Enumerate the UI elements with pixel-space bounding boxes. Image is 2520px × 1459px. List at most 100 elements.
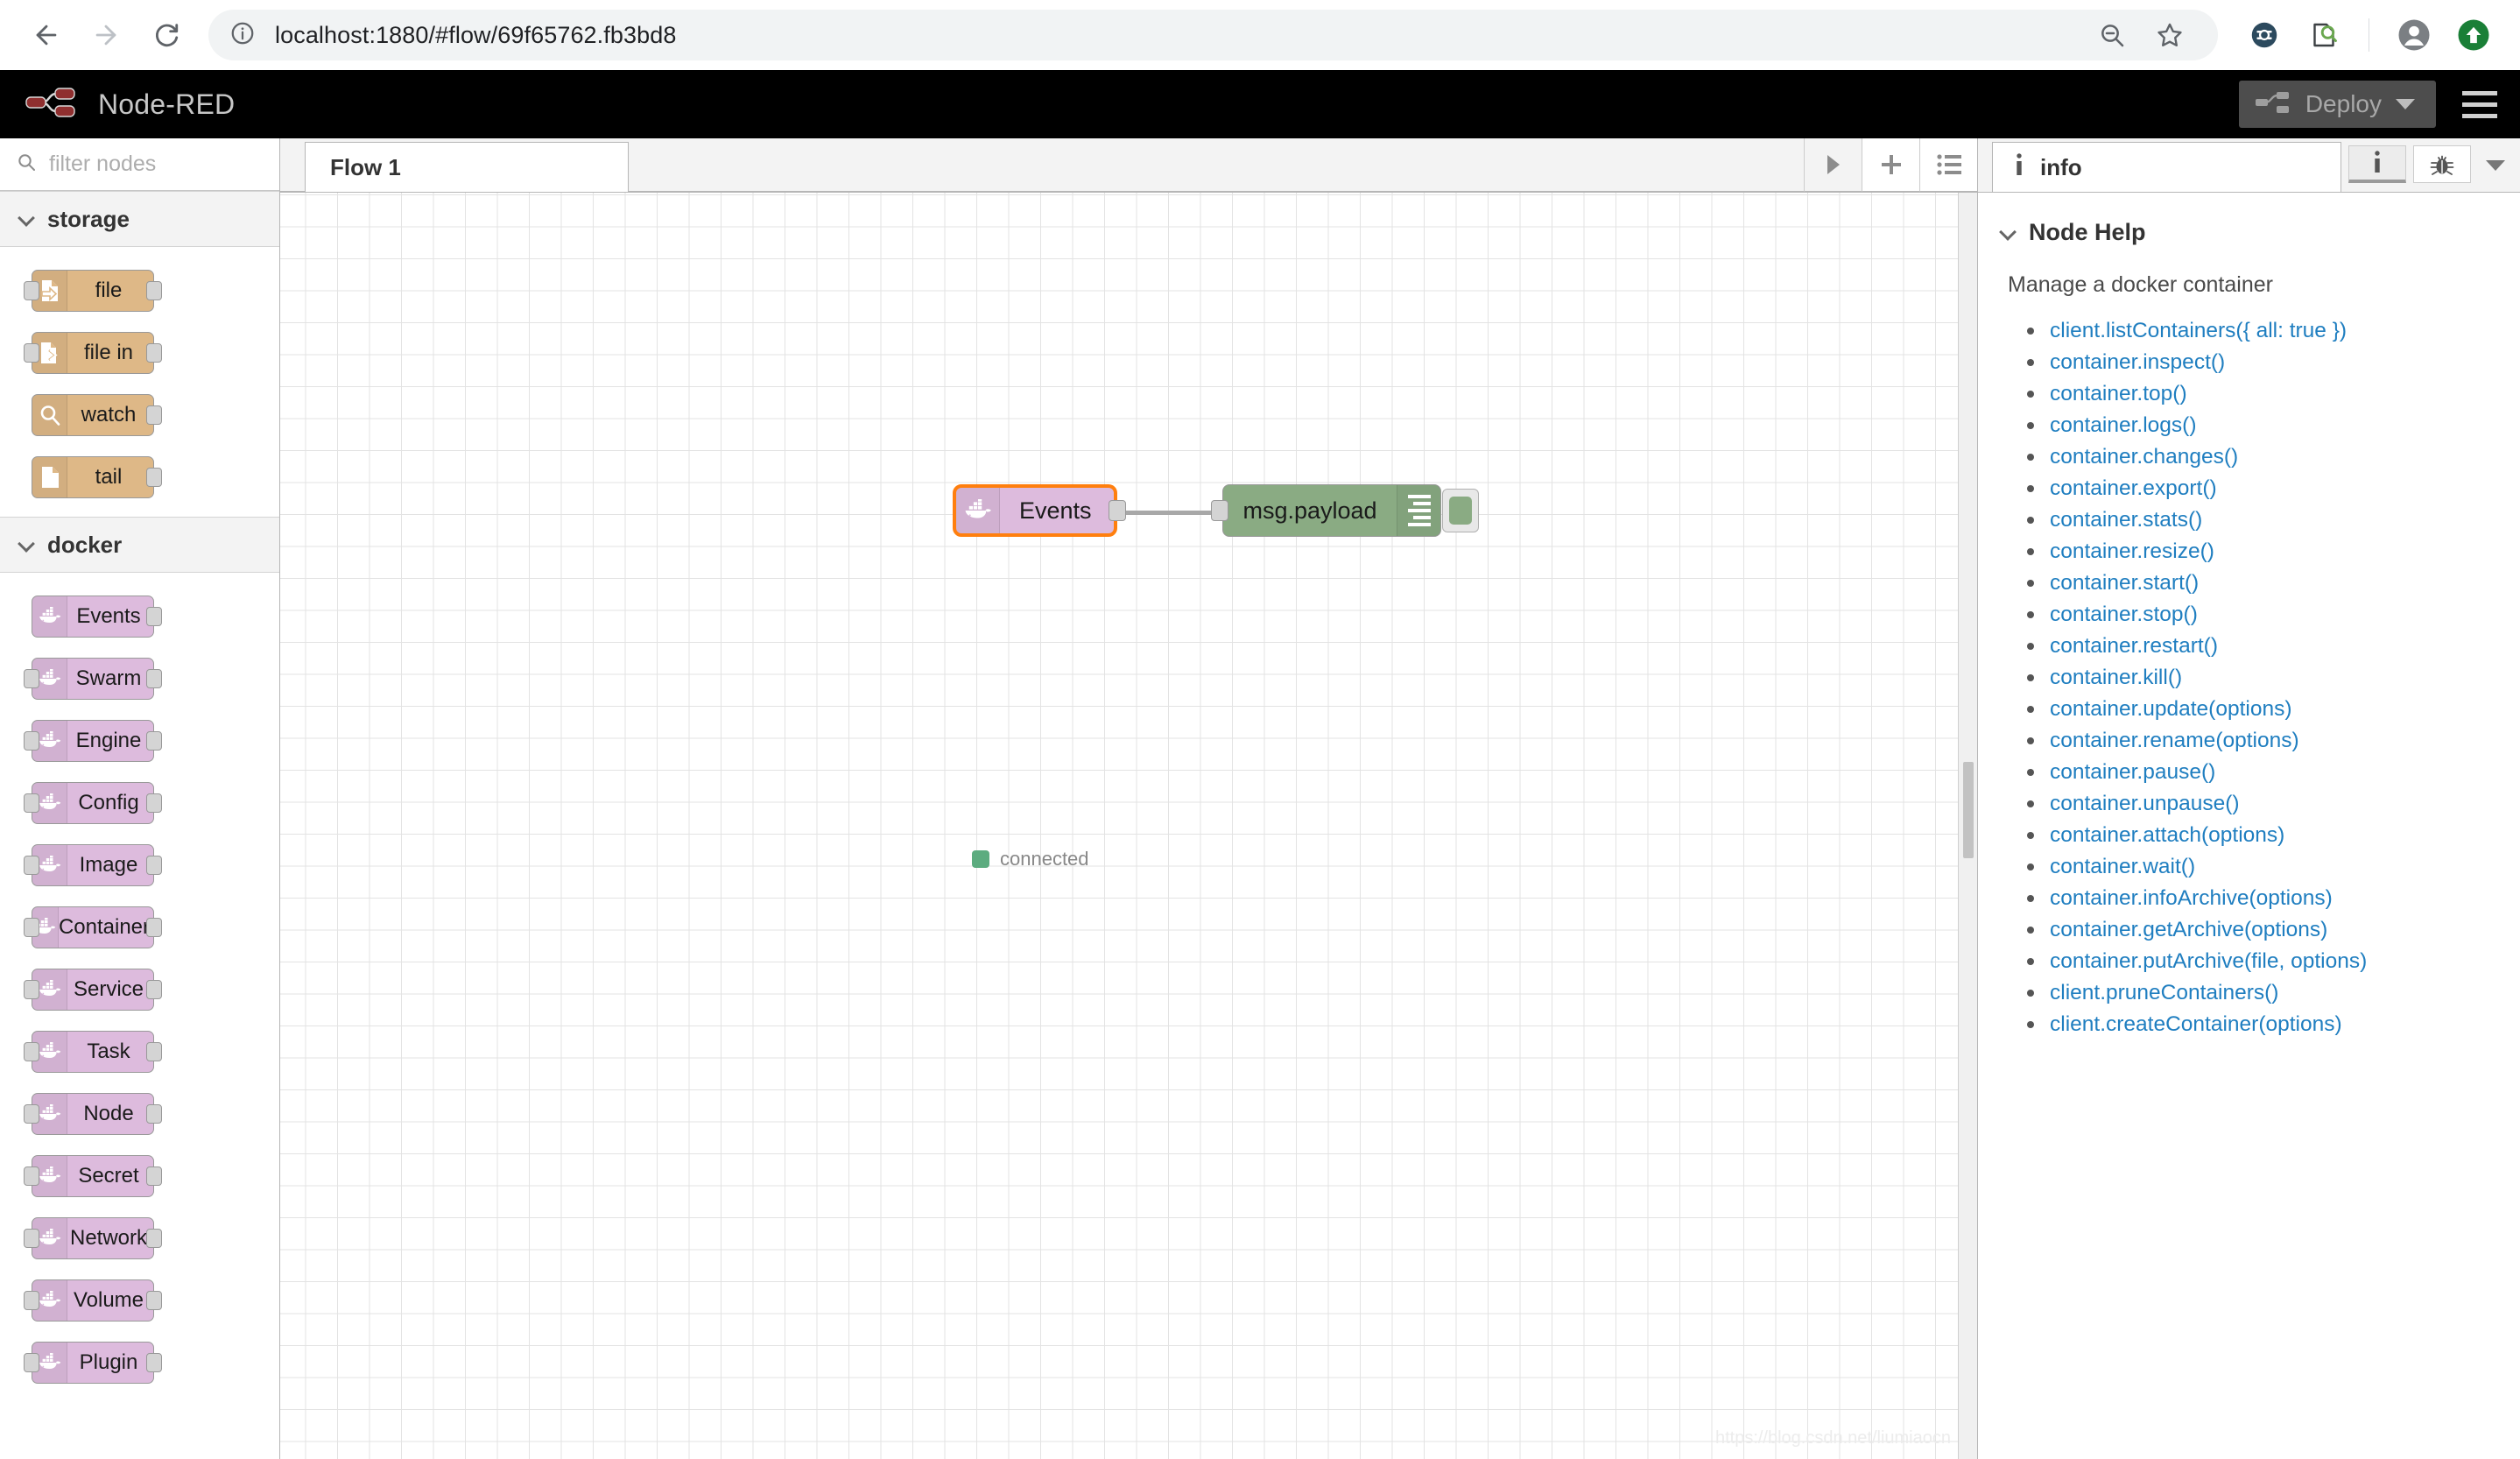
wire-events-to-debug[interactable] xyxy=(1114,511,1222,515)
node-help-link[interactable]: container.wait() xyxy=(2025,856,2497,888)
node-help-link[interactable]: container.getArchive(options) xyxy=(2025,919,2497,951)
node-input-port[interactable] xyxy=(24,342,39,363)
node-output-port[interactable] xyxy=(146,979,162,999)
node-help-link[interactable]: container.pause() xyxy=(2025,761,2497,793)
node-input-port[interactable] xyxy=(24,1290,39,1310)
node-help-link[interactable]: container.kill() xyxy=(2025,666,2497,699)
node-help-link[interactable]: client.listContainers({ all: true }) xyxy=(2025,320,2497,352)
node-input-port[interactable] xyxy=(24,280,39,300)
node-input-port[interactable] xyxy=(24,730,39,751)
sidebar-debug-button[interactable] xyxy=(2413,145,2471,183)
node-output-port[interactable] xyxy=(146,342,162,363)
node-output-port[interactable] xyxy=(146,793,162,813)
palette-node-tail[interactable]: tail xyxy=(32,455,162,498)
forward-button[interactable] xyxy=(79,8,133,62)
flow-tab-flow-1[interactable]: Flow 1 xyxy=(305,142,629,192)
sidebar-info-button[interactable] xyxy=(2348,145,2406,183)
sidebar-more-button[interactable] xyxy=(2471,138,2520,192)
palette-category-storage[interactable]: storage xyxy=(0,191,279,247)
zoom-out-icon[interactable] xyxy=(2085,8,2139,62)
node-input-port[interactable] xyxy=(24,1166,39,1186)
node-output-port[interactable] xyxy=(146,668,162,688)
node-help-link[interactable]: container.start() xyxy=(2025,572,2497,604)
palette-node-secret[interactable]: Secret xyxy=(24,1154,162,1197)
node-help-link[interactable]: container.top() xyxy=(2025,383,2497,415)
palette-node-container[interactable]: Container xyxy=(24,906,162,948)
node-output-port[interactable] xyxy=(146,1352,162,1372)
flow-canvas[interactable]: Events connected msg.payload https://blo… xyxy=(280,193,1977,1459)
node-output-port[interactable] xyxy=(146,855,162,875)
node-help-link[interactable]: container.stop() xyxy=(2025,603,2497,636)
node-help-link[interactable]: container.update(options) xyxy=(2025,698,2497,730)
palette-node-engine[interactable]: Engine xyxy=(24,719,162,762)
node-help-link[interactable]: container.resize() xyxy=(2025,540,2497,573)
node-help-link[interactable]: container.infoArchive(options) xyxy=(2025,887,2497,920)
reload-button[interactable] xyxy=(138,8,193,62)
palette-node-events[interactable]: Events xyxy=(32,595,162,638)
palette-node-file[interactable]: file xyxy=(24,269,162,312)
palette-node-watch[interactable]: watch xyxy=(32,393,162,436)
node-output-port[interactable] xyxy=(146,280,162,300)
palette-node-volume[interactable]: Volume xyxy=(24,1279,162,1322)
bookmark-star-icon[interactable] xyxy=(2143,8,2197,62)
deploy-button[interactable]: Deploy xyxy=(2238,81,2436,128)
node-input-port[interactable] xyxy=(24,793,39,813)
node-output-port[interactable] xyxy=(146,917,162,937)
canvas-vertical-scrollbar[interactable] xyxy=(1958,193,1977,1459)
flow-node-debug[interactable]: msg.payload xyxy=(1211,484,1479,537)
node-help-link[interactable]: container.attach(options) xyxy=(2025,824,2497,856)
node-output-port[interactable] xyxy=(146,606,162,626)
node-help-link[interactable]: container.restart() xyxy=(2025,635,2497,667)
node-output-port[interactable] xyxy=(146,1166,162,1186)
node-help-link[interactable]: client.pruneContainers() xyxy=(2025,982,2497,1014)
debug-input-port[interactable] xyxy=(1211,500,1228,521)
node-output-port[interactable] xyxy=(146,1228,162,1248)
node-output-port[interactable] xyxy=(146,467,162,487)
update-button[interactable] xyxy=(2446,8,2501,62)
events-output-port[interactable] xyxy=(1109,500,1126,521)
flow-node-events[interactable]: Events xyxy=(953,484,1126,537)
node-output-port[interactable] xyxy=(146,1103,162,1124)
extension-2-icon[interactable] xyxy=(2297,8,2351,62)
palette-category-docker[interactable]: docker xyxy=(0,517,279,573)
node-help-link[interactable]: container.changes() xyxy=(2025,446,2497,478)
node-help-link[interactable]: container.rename(options) xyxy=(2025,730,2497,762)
extension-1-icon[interactable] xyxy=(2237,8,2291,62)
palette-node-config[interactable]: Config xyxy=(24,781,162,824)
node-help-link[interactable]: container.putArchive(file, options) xyxy=(2025,950,2497,983)
add-flow-button[interactable] xyxy=(1862,138,1919,192)
palette-node-image[interactable]: Image xyxy=(24,843,162,886)
palette-node-task[interactable]: Task xyxy=(24,1030,162,1073)
palette-node-node[interactable]: Node xyxy=(24,1092,162,1135)
node-help-link[interactable]: container.inspect() xyxy=(2025,351,2497,384)
palette-node-swarm[interactable]: Swarm xyxy=(24,657,162,700)
node-output-port[interactable] xyxy=(146,405,162,425)
palette-node-network[interactable]: Network xyxy=(24,1216,162,1259)
node-input-port[interactable] xyxy=(24,1228,39,1248)
palette-search[interactable]: filter nodes xyxy=(0,138,279,191)
palette-node-service[interactable]: Service xyxy=(24,968,162,1011)
node-input-port[interactable] xyxy=(24,1041,39,1061)
node-input-port[interactable] xyxy=(24,979,39,999)
node-input-port[interactable] xyxy=(24,855,39,875)
node-help-link[interactable]: container.stats() xyxy=(2025,509,2497,541)
node-input-port[interactable] xyxy=(24,1352,39,1372)
node-output-port[interactable] xyxy=(146,1290,162,1310)
back-button[interactable] xyxy=(19,8,74,62)
node-help-link[interactable]: container.export() xyxy=(2025,477,2497,510)
node-input-port[interactable] xyxy=(24,1103,39,1124)
list-flows-button[interactable] xyxy=(1919,138,1977,192)
node-output-port[interactable] xyxy=(146,730,162,751)
palette-node-file-in[interactable]: file in xyxy=(24,331,162,374)
profile-avatar[interactable] xyxy=(2387,8,2441,62)
node-help-header[interactable]: Node Help xyxy=(2001,219,2497,246)
main-menu-button[interactable] xyxy=(2459,86,2501,123)
node-input-port[interactable] xyxy=(24,668,39,688)
canvas-scrollbar-thumb[interactable] xyxy=(1963,762,1974,858)
sidebar-tab-info[interactable]: info xyxy=(1992,142,2341,192)
node-input-port[interactable] xyxy=(24,917,39,937)
palette-scroll-area[interactable]: storage file file in watch tail docker Events S… xyxy=(0,191,279,1459)
palette-node-plugin[interactable]: Plugin xyxy=(24,1341,162,1384)
node-help-link[interactable]: client.createContainer(options) xyxy=(2025,1013,2497,1046)
node-help-link[interactable]: container.logs() xyxy=(2025,414,2497,447)
